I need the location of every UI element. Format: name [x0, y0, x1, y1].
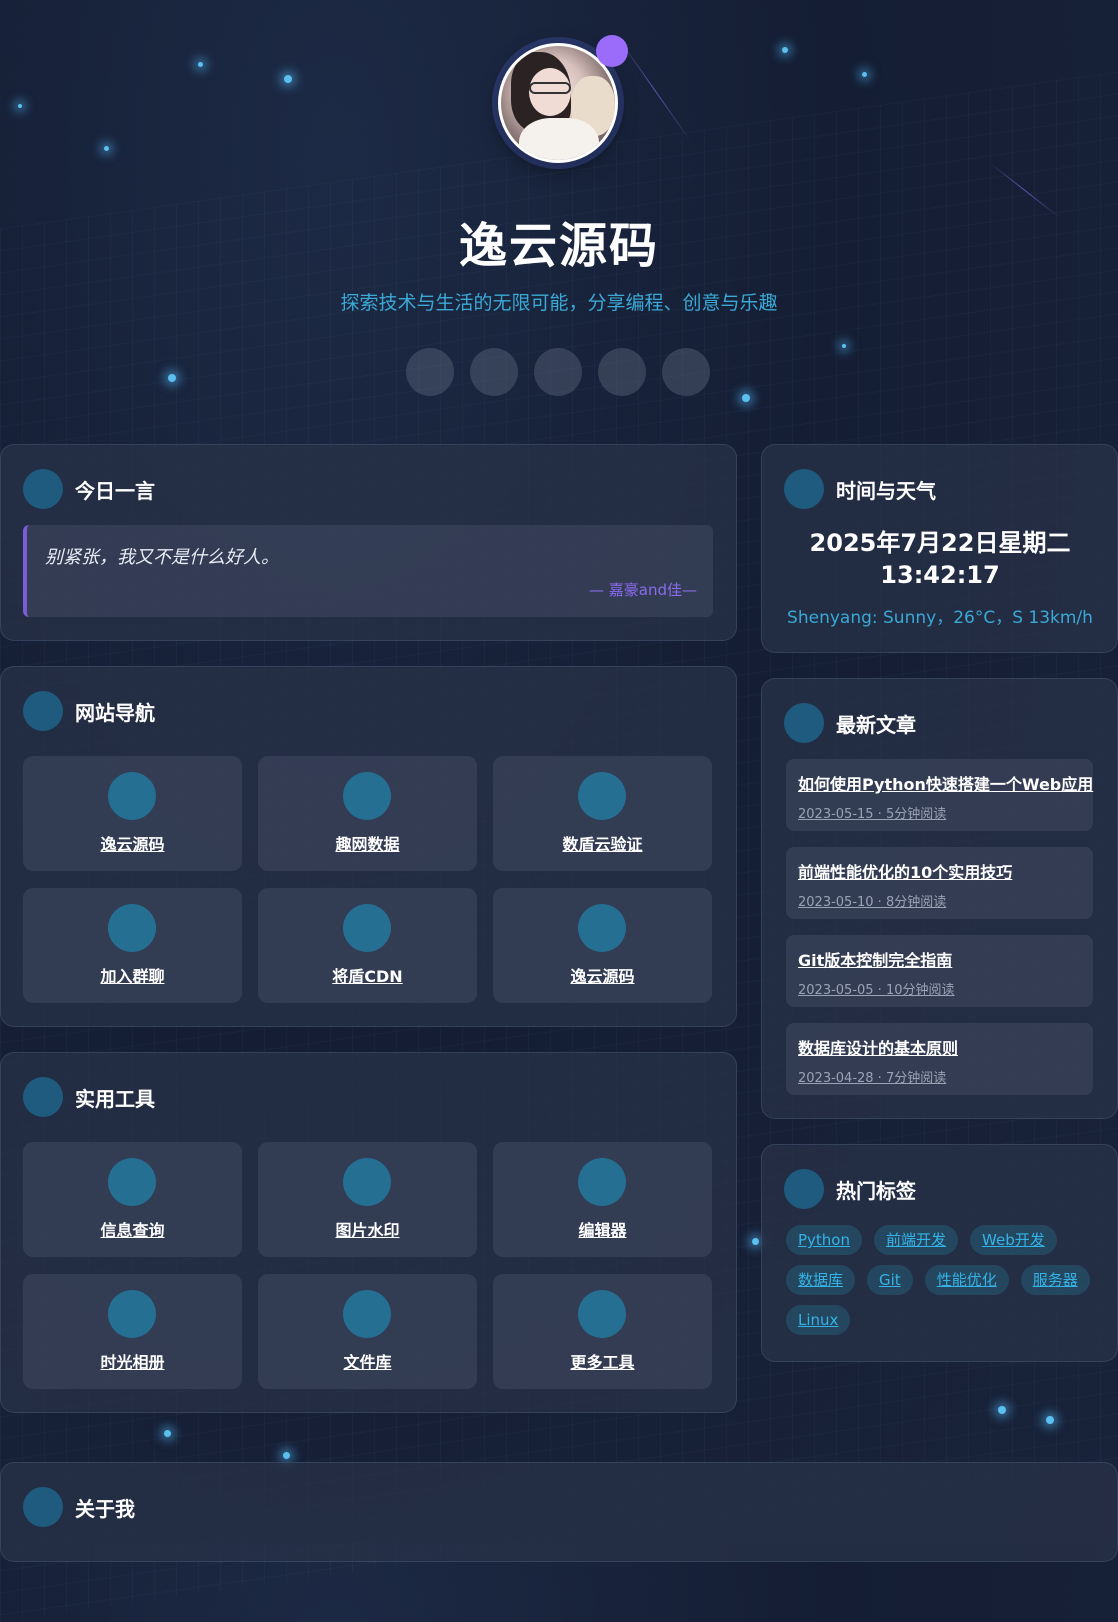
link-icon — [343, 904, 391, 952]
article-item[interactable]: 前端性能优化的10个实用技巧 2023-05-10 · 8分钟阅读 — [786, 847, 1093, 919]
article-item[interactable]: 数据库设计的基本原则 2023-04-28 · 7分钟阅读 — [786, 1023, 1093, 1095]
glow-dot — [198, 62, 203, 67]
social-icon[interactable] — [534, 348, 582, 396]
tag[interactable]: 性能优化 — [924, 1265, 1009, 1295]
about-card: 关于我 — [0, 1462, 1118, 1562]
link-icon — [108, 772, 156, 820]
card-title: 实用工具 — [75, 1086, 155, 1111]
quote-author: — 嘉豪and佳— — [589, 581, 697, 599]
tag[interactable]: Linux — [786, 1305, 851, 1335]
tag[interactable]: 数据库 — [786, 1265, 856, 1295]
tag[interactable]: Python — [786, 1225, 862, 1255]
clock-icon — [784, 469, 824, 509]
social-icon[interactable] — [598, 348, 646, 396]
tag[interactable]: Git — [867, 1265, 913, 1295]
tool-link[interactable]: 文件库 — [258, 1274, 477, 1389]
tool-icon — [108, 1290, 156, 1338]
glow-dot — [782, 47, 788, 53]
nav-link[interactable]: 趣网数据 — [258, 756, 477, 871]
social-icon[interactable] — [406, 348, 454, 396]
link-icon — [578, 772, 626, 820]
quote-text: 别紧张，我又不是什么好人。 — [45, 547, 279, 568]
tag[interactable]: Web开发 — [970, 1225, 1057, 1255]
glow-dot — [1046, 1416, 1054, 1424]
weather-info: Shenyang: Sunny，26°C，S 13km/h — [787, 608, 1093, 628]
link-icon — [108, 904, 156, 952]
tool-link[interactable]: 更多工具 — [493, 1274, 712, 1389]
article-item[interactable]: 如何使用Python快速搭建一个Web应用 2023-05-15 · 5分钟阅读 — [786, 759, 1093, 831]
glow-dot — [104, 146, 109, 151]
nav-link[interactable]: 逸云源码 — [493, 888, 712, 1003]
tag-icon — [784, 1169, 824, 1209]
tag[interactable]: 前端开发 — [874, 1225, 959, 1255]
glow-dot — [752, 1238, 759, 1245]
user-icon — [23, 1487, 63, 1527]
card-title: 最新文章 — [836, 712, 916, 737]
card-title: 时间与天气 — [836, 478, 936, 503]
card-title: 今日一言 — [75, 478, 155, 503]
article-item[interactable]: Git版本控制完全指南 2023-05-05 · 10分钟阅读 — [786, 935, 1093, 1007]
tag[interactable]: 服务器 — [1020, 1265, 1090, 1295]
quote-box: 别紧张，我又不是什么好人。 — 嘉豪and佳— — [23, 525, 713, 617]
quote-card: 今日一言 别紧张，我又不是什么好人。 — 嘉豪and佳— — [0, 444, 737, 641]
tool-icon — [578, 1158, 626, 1206]
articles-card: 最新文章 如何使用Python快速搭建一个Web应用 2023-05-15 · 5… — [761, 678, 1118, 1119]
glow-dot — [18, 104, 22, 108]
compass-icon — [23, 691, 63, 731]
nav-link[interactable]: 数盾云验证 — [493, 756, 712, 871]
weather-card: 时间与天气 2025年7月22日星期二 13:42:17 Shenyang: S… — [761, 444, 1118, 653]
glow-dot — [283, 1452, 290, 1459]
current-time: 13:42:17 — [880, 561, 1000, 589]
glow-dot — [998, 1406, 1006, 1414]
glow-dot — [862, 72, 867, 77]
tools-card: 实用工具 信息查询 图片水印 编辑器 时光相册 文件库 更多工具 — [0, 1052, 737, 1413]
glow-dot — [742, 394, 750, 402]
tool-link[interactable]: 信息查询 — [23, 1142, 242, 1257]
card-title: 热门标签 — [836, 1178, 916, 1203]
tag-list: Python 前端开发 Web开发 数据库 Git 性能优化 服务器 Linux — [786, 1225, 1106, 1335]
quote-icon — [23, 469, 63, 509]
glow-dot — [284, 75, 292, 83]
current-date: 2025年7月22日星期二 — [809, 529, 1071, 557]
link-icon — [343, 772, 391, 820]
glow-dot — [842, 344, 846, 348]
card-title: 网站导航 — [75, 700, 155, 725]
tags-card: 热门标签 Python 前端开发 Web开发 数据库 Git 性能优化 服务器 … — [761, 1144, 1118, 1362]
card-title: 关于我 — [75, 1496, 135, 1521]
tool-link[interactable]: 编辑器 — [493, 1142, 712, 1257]
glow-dot — [164, 1430, 171, 1437]
tool-icon — [578, 1290, 626, 1338]
social-icon[interactable] — [662, 348, 710, 396]
status-dot — [596, 35, 628, 67]
tool-icon — [343, 1158, 391, 1206]
toolbox-icon — [23, 1077, 63, 1117]
nav-card: 网站导航 逸云源码 趣网数据 数盾云验证 加入群聊 将盾CDN 逸云源码 — [0, 666, 737, 1027]
social-icon[interactable] — [470, 348, 518, 396]
avatar[interactable] — [498, 35, 628, 163]
date-time: 2025年7月22日星期二 13:42:17 — [762, 527, 1118, 591]
tool-link[interactable]: 时光相册 — [23, 1274, 242, 1389]
tool-icon — [108, 1158, 156, 1206]
nav-link[interactable]: 加入群聊 — [23, 888, 242, 1003]
site-subtitle: 探索技术与生活的无限可能，分享编程、创意与乐趣 — [340, 292, 778, 314]
article-icon — [784, 703, 824, 743]
link-icon — [578, 904, 626, 952]
light-streak — [617, 36, 693, 145]
tool-icon — [343, 1290, 391, 1338]
glow-dot — [168, 374, 176, 382]
social-links — [406, 348, 710, 396]
nav-link[interactable]: 逸云源码 — [23, 756, 242, 871]
nav-link[interactable]: 将盾CDN — [258, 888, 477, 1003]
site-title: 逸云源码 — [458, 218, 659, 274]
tool-link[interactable]: 图片水印 — [258, 1142, 477, 1257]
